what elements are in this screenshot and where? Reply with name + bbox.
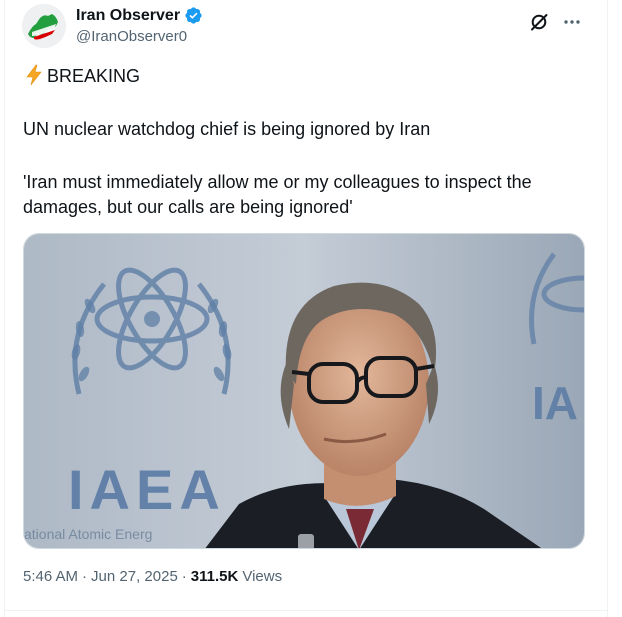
tweet-meta: 5:46 AM · Jun 27, 2025 · 311.5K Views: [23, 568, 282, 585]
views-count: 311.5K: [190, 568, 239, 585]
tweet-header: Iran Observer @IranObserver0: [22, 4, 588, 52]
lightning-bolt-icon: [23, 64, 45, 86]
tweet-text-breaking: BREAKING: [23, 64, 589, 89]
display-name[interactable]: Iran Observer: [76, 7, 180, 25]
verified-badge-icon: [184, 6, 203, 25]
grok-icon[interactable]: [529, 12, 549, 32]
tweet-time[interactable]: 5:46 AM: [23, 568, 78, 585]
tweet-date[interactable]: Jun 27, 2025: [91, 568, 178, 585]
views-label: Views: [242, 568, 283, 585]
tweet-text-quote: 'Iran must immediately allow me or my co…: [23, 172, 532, 217]
more-icon[interactable]: [561, 11, 583, 33]
image-logo-text: IAEA: [68, 458, 226, 521]
separator-dot: ·: [181, 568, 187, 585]
iran-flag-avatar-icon: [22, 4, 66, 48]
avatar[interactable]: [22, 4, 66, 48]
tweet-media-photo[interactable]: IAEA IA ational Atomic Energ: [23, 233, 585, 549]
image-subtext: ational Atomic Energ: [24, 526, 152, 542]
image-logo-text-partial: IA: [532, 377, 578, 429]
breaking-label: BREAKING: [47, 66, 141, 86]
handle[interactable]: @IranObserver0: [76, 28, 203, 45]
separator-dot: ·: [82, 568, 88, 585]
photo-iaea-press-conference-icon: IAEA IA ational Atomic Energ: [24, 234, 584, 548]
divider: [4, 610, 608, 611]
tweet-text-line: UN nuclear watchdog chief is being ignor…: [23, 119, 431, 139]
